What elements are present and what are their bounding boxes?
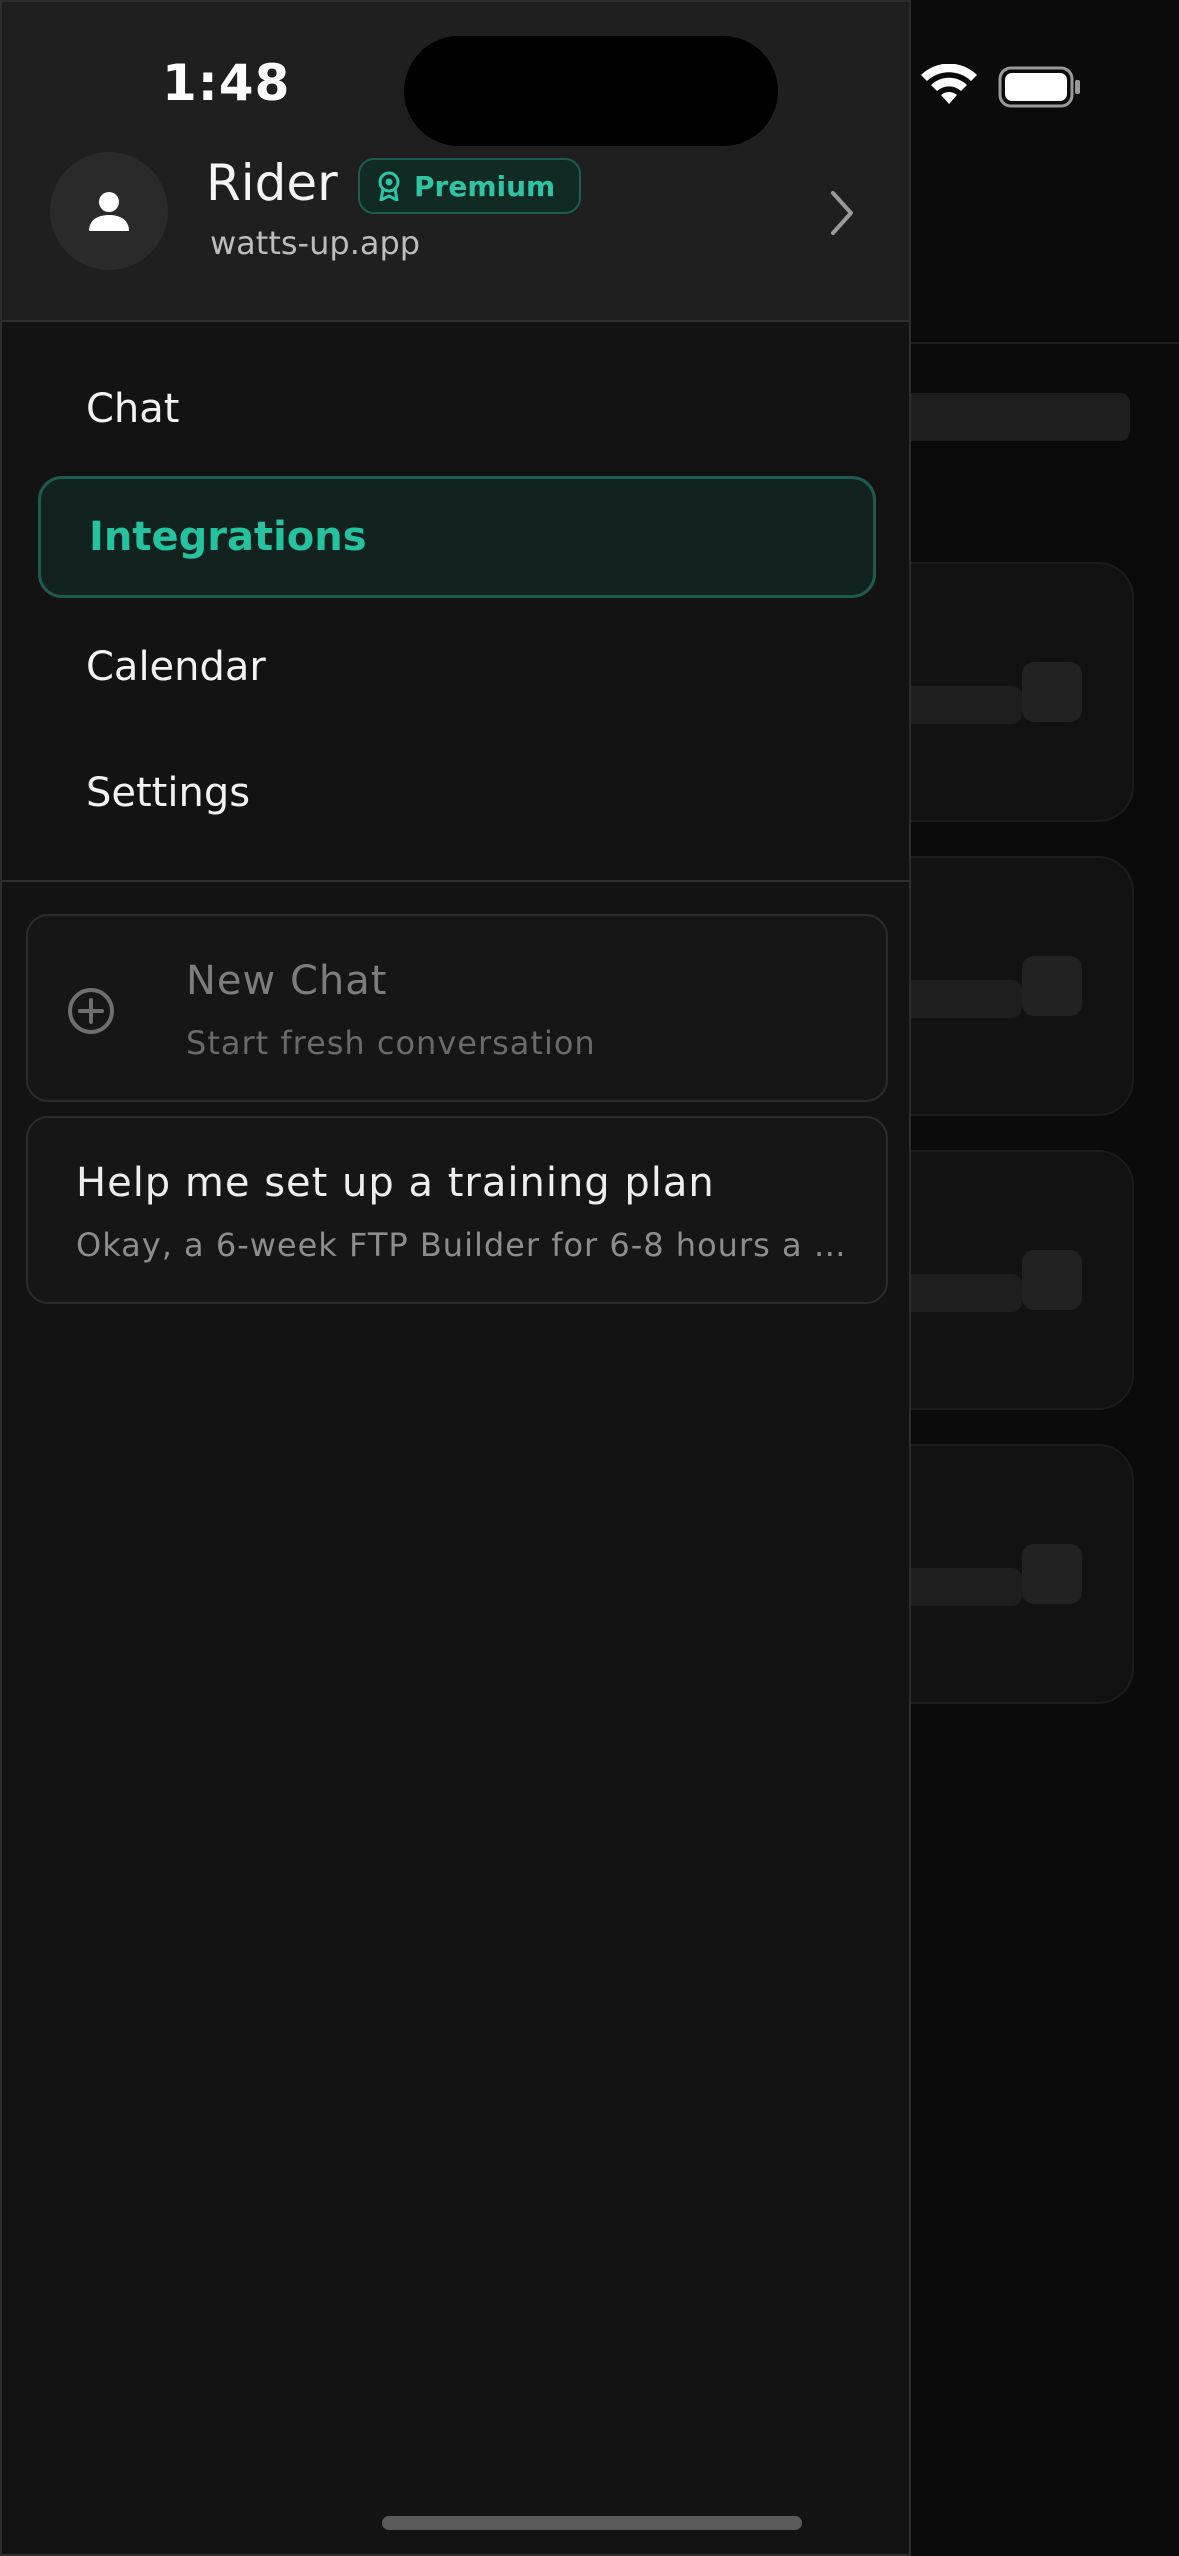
new-chat-subtitle: Start fresh conversation (186, 1024, 596, 1062)
nav-item-label: Chat (86, 386, 180, 432)
dynamic-island (404, 36, 778, 146)
profile-header[interactable]: 1:48 Rider Premium watts-up.app (2, 2, 909, 322)
background-card-toggle (1022, 662, 1082, 722)
nav-item-settings[interactable]: Settings (38, 732, 876, 854)
background-divider (900, 342, 1179, 344)
award-ribbon-icon (378, 171, 400, 201)
plus-circle-icon (68, 988, 114, 1034)
chevron-right-icon[interactable] (822, 188, 862, 238)
navigation-drawer: 1:48 Rider Premium watts-up.app Chat Int… (0, 0, 911, 2556)
conversation-preview: Okay, a 6-week FTP Builder for 6-8 hours… (76, 1226, 846, 1264)
home-indicator[interactable] (382, 2516, 802, 2530)
nav-item-integrations[interactable]: Integrations (38, 476, 876, 598)
background-card-toggle (1022, 956, 1082, 1016)
nav-item-chat[interactable]: Chat (38, 348, 876, 470)
conversation-title: Help me set up a training plan (76, 1160, 715, 1206)
person-icon (89, 192, 129, 231)
nav-item-label: Integrations (89, 514, 367, 560)
avatar[interactable] (50, 152, 168, 270)
nav-item-calendar[interactable]: Calendar (38, 606, 876, 728)
background-card-toggle (1022, 1544, 1082, 1604)
user-subtitle: watts-up.app (210, 224, 421, 262)
wifi-icon (921, 64, 977, 104)
background-card-toggle (1022, 1250, 1082, 1310)
nav-menu: Chat Integrations Calendar Settings (2, 322, 909, 882)
background-search-bar (880, 393, 1130, 441)
status-time: 1:48 (162, 54, 291, 112)
premium-badge-label: Premium (414, 169, 556, 203)
nav-item-label: Settings (86, 770, 251, 816)
battery-icon (998, 66, 1080, 108)
premium-badge: Premium (358, 158, 582, 214)
new-chat-title: New Chat (186, 958, 388, 1004)
nav-item-label: Calendar (86, 644, 266, 690)
conversation-item[interactable]: Help me set up a training plan Okay, a 6… (26, 1116, 888, 1304)
user-name: Rider (206, 154, 338, 212)
new-chat-button[interactable]: New Chat Start fresh conversation (26, 914, 888, 1102)
